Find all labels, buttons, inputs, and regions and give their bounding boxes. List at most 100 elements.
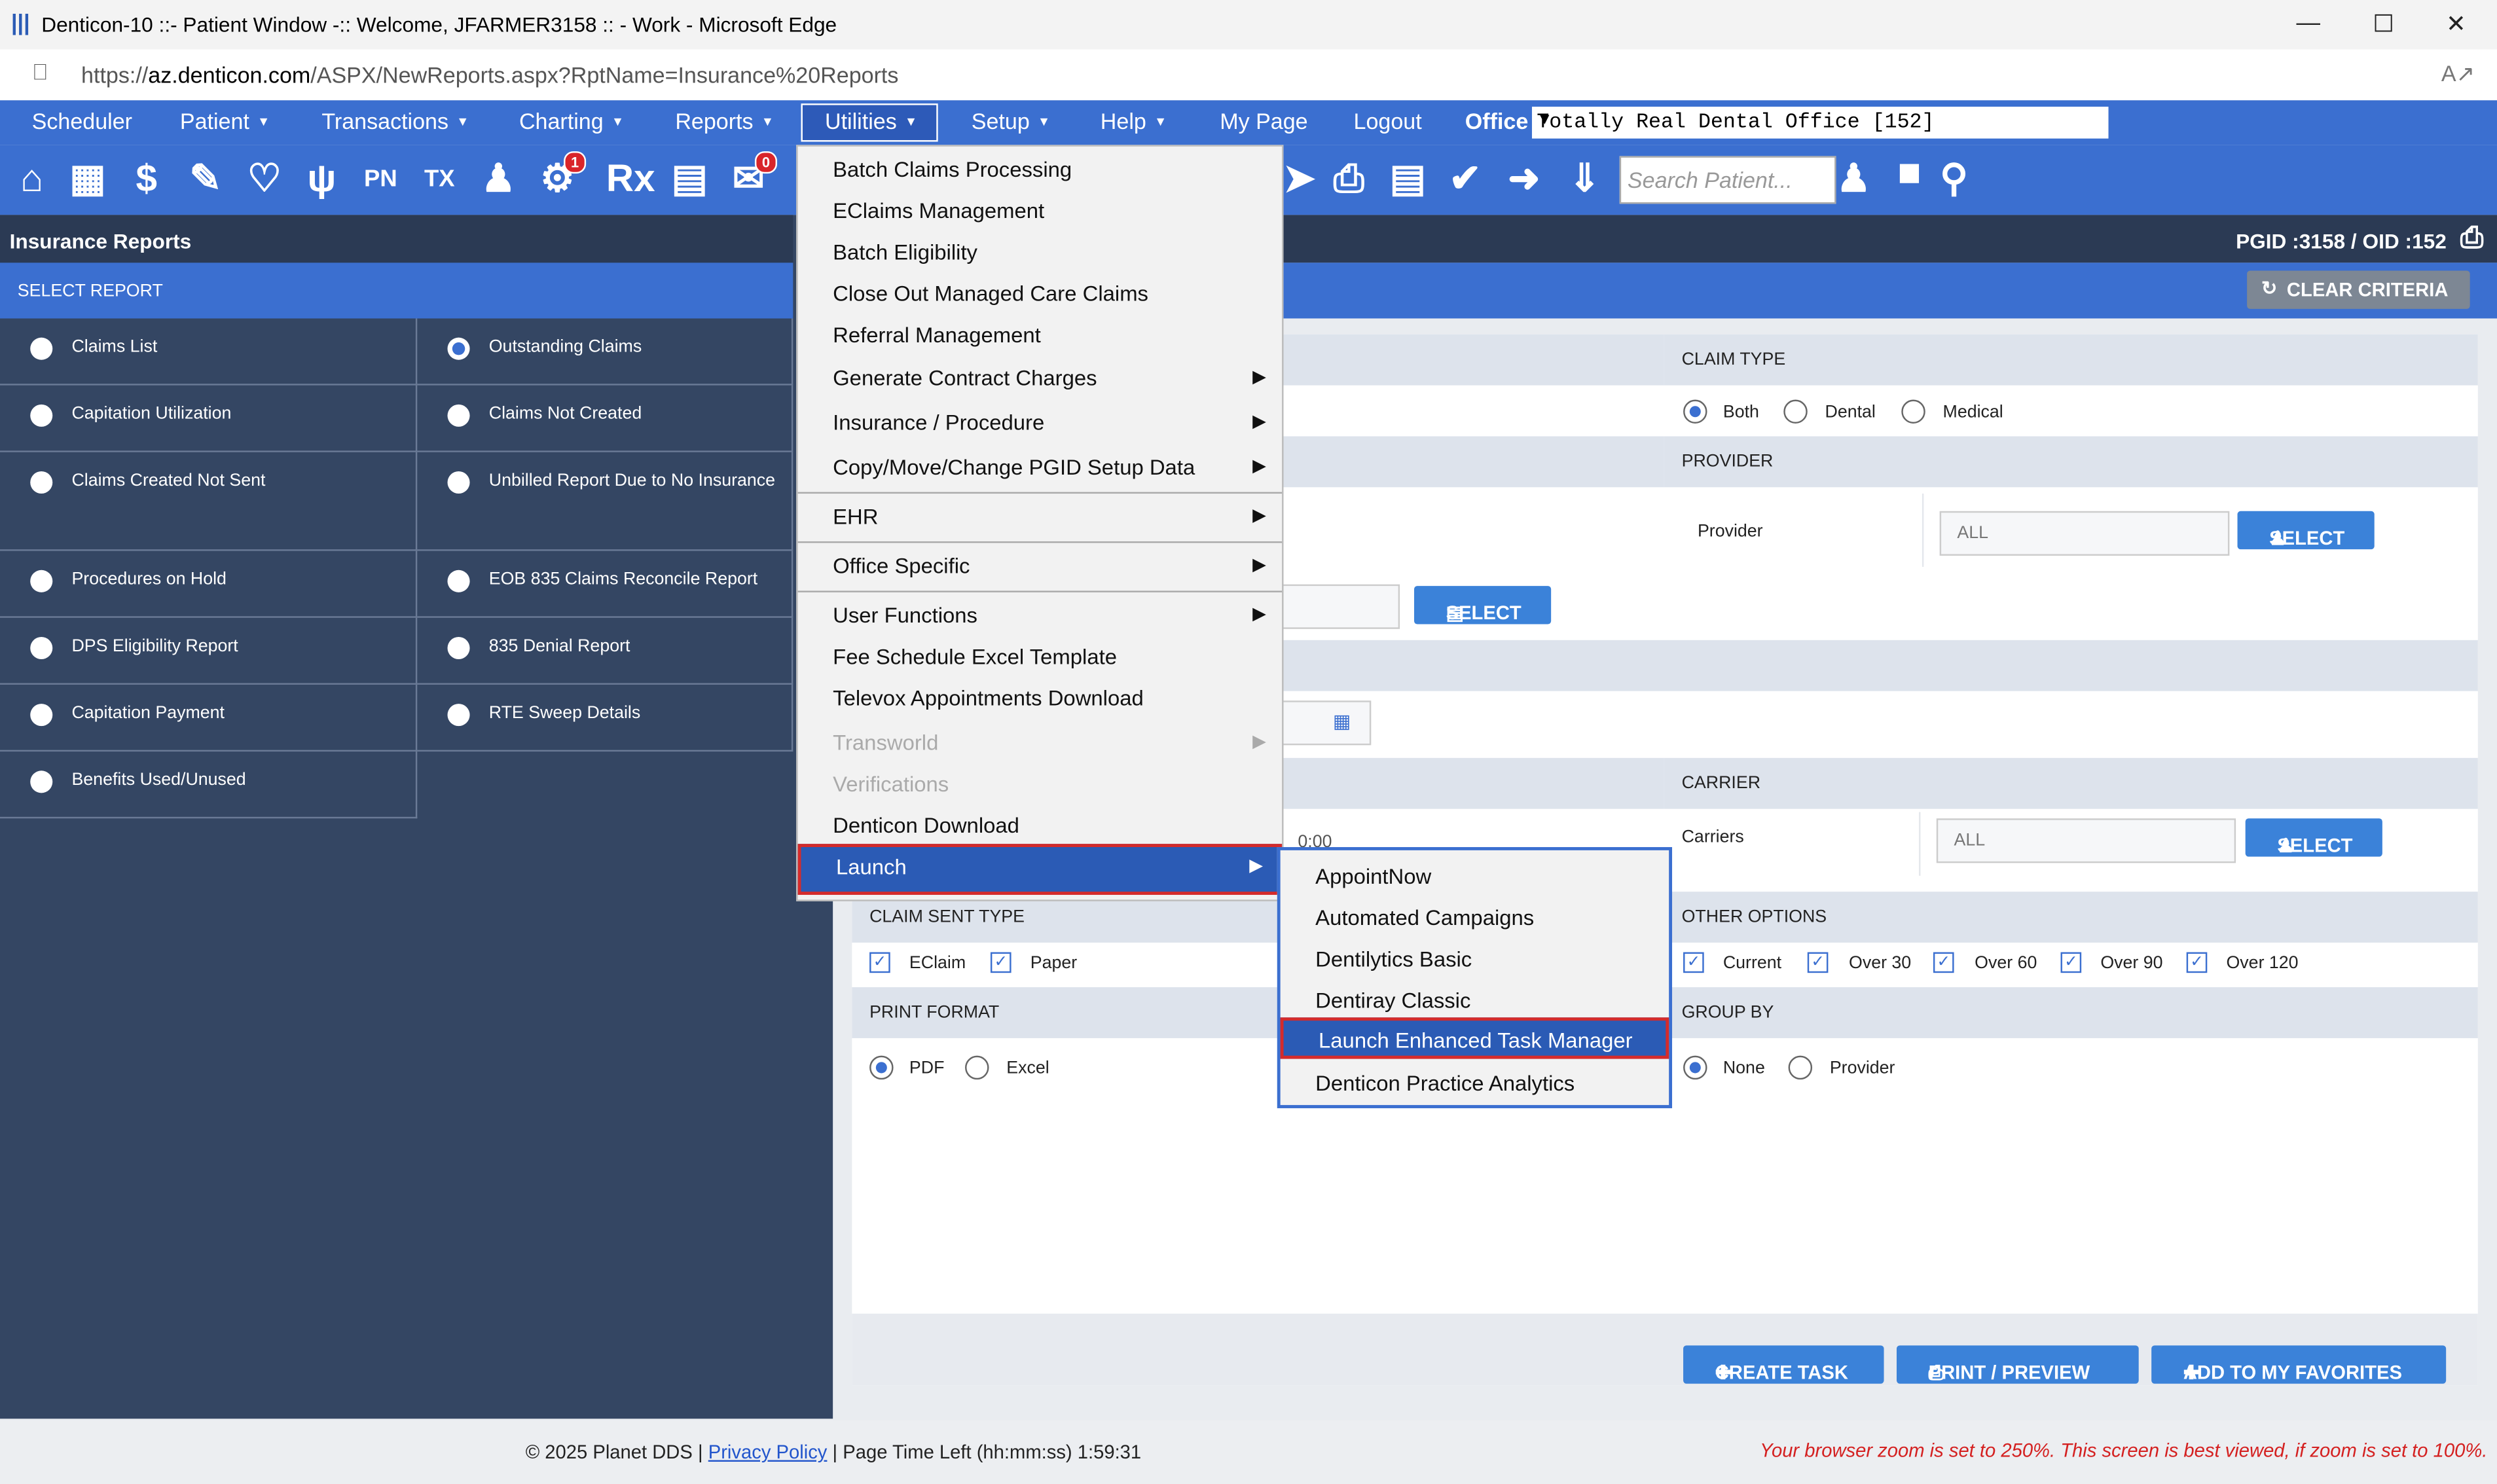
menu-item[interactable]: Insurance / Procedure ▶ xyxy=(798,403,1282,441)
report-option[interactable]: EOB 835 Claims Reconcile Report xyxy=(417,551,793,618)
submenu-item-enhanced-task-manager[interactable]: Launch Enhanced Task Manager xyxy=(1280,1017,1669,1059)
print-icon[interactable]: ⎙ xyxy=(2460,221,2483,255)
close-icon[interactable]: ✕ xyxy=(2446,10,2466,39)
menu-item[interactable]: Referral Management xyxy=(798,316,1282,353)
treatment-plan-icon[interactable]: TX xyxy=(414,154,465,206)
menu-item[interactable]: EClaims Management xyxy=(798,191,1282,229)
url-text[interactable]: https://az.denticon.com/ASPX/NewReports.… xyxy=(81,62,898,88)
over120-checkbox[interactable]: ✓ xyxy=(2186,952,2208,973)
menu-item[interactable]: Close Out Managed Care Claims xyxy=(798,274,1282,312)
menu-item[interactable]: Copy/Move/Change PGID Setup Data ▶ xyxy=(798,448,1282,486)
create-task-button[interactable]: ✚ CREATE TASK xyxy=(1683,1345,1884,1384)
left-field-partial[interactable] xyxy=(1282,584,1400,629)
menu-item[interactable]: Denticon Download xyxy=(798,806,1282,844)
report-option[interactable]: Procedures on Hold xyxy=(0,551,418,618)
report-radio[interactable] xyxy=(447,404,470,427)
report-radio[interactable] xyxy=(30,704,53,727)
scanner-icon[interactable]: ▤ xyxy=(1382,154,1433,206)
provider-field[interactable]: ALL xyxy=(1939,511,2230,556)
shield-check-icon[interactable]: ✔ xyxy=(1440,154,1491,206)
report-radio[interactable] xyxy=(30,471,53,494)
read-aloud-icon[interactable]: A↗ xyxy=(2441,60,2475,87)
menu-item[interactable]: User Functions ▶ xyxy=(798,596,1282,634)
claim-type-medical-radio[interactable] xyxy=(1901,399,1925,424)
prescription-icon[interactable]: Rx xyxy=(605,154,656,206)
menu-item[interactable]: Fee Schedule Excel Template xyxy=(798,637,1282,675)
menu-item[interactable]: Televox Appointments Download xyxy=(798,678,1282,716)
clear-criteria-button[interactable]: ↻ CLEAR CRITERIA xyxy=(2247,270,2470,309)
report-option[interactable]: Claims List xyxy=(0,318,418,386)
add-favorites-button[interactable]: ✚ ADD TO MY FAVORITES xyxy=(2151,1345,2447,1384)
edit-list-icon[interactable]: ✎ xyxy=(180,154,231,206)
nav-patient[interactable]: Patient ▼ xyxy=(180,108,270,134)
excel-radio[interactable] xyxy=(965,1055,989,1080)
report-option[interactable]: Benefits Used/Unused xyxy=(0,751,418,819)
dollar-icon[interactable]: $ xyxy=(121,154,172,206)
report-radio[interactable] xyxy=(447,570,470,592)
messages-icon[interactable]: ✉ 0 xyxy=(723,151,778,206)
over30-checkbox[interactable]: ✓ xyxy=(1807,952,1829,973)
report-radio[interactable] xyxy=(447,704,470,727)
claim-type-dental-radio[interactable] xyxy=(1783,399,1808,424)
globe-icon[interactable]: ⚙ 1 xyxy=(532,151,587,206)
shield-arrow-icon[interactable]: ➜ xyxy=(1499,154,1550,206)
date-field-partial[interactable] xyxy=(1282,700,1372,746)
privacy-policy-link[interactable]: Privacy Policy xyxy=(708,1441,828,1463)
report-radio[interactable] xyxy=(30,337,53,360)
home-icon[interactable]: ⌂ xyxy=(7,154,58,206)
report-option[interactable]: Outstanding Claims xyxy=(417,318,793,386)
report-radio[interactable] xyxy=(447,636,470,660)
report-option[interactable]: Unbilled Report Due to No Insurance xyxy=(417,452,793,551)
maximize-icon[interactable]: ☐ xyxy=(2373,10,2394,39)
report-radio[interactable] xyxy=(30,636,53,660)
submenu-item[interactable]: Denticon Practice Analytics xyxy=(1281,1064,1669,1102)
report-option[interactable]: RTE Sweep Details xyxy=(417,684,793,752)
submenu-item[interactable]: Dentilytics Basic xyxy=(1281,939,1669,977)
office-select[interactable]: Totally Real Dental Office [152] ▼ xyxy=(1531,106,2109,139)
nav-setup[interactable]: Setup ▼ xyxy=(972,108,1050,134)
quick-checkbox[interactable] xyxy=(1899,164,1920,183)
lock-icon[interactable]: ⎕ xyxy=(33,59,46,86)
minimize-icon[interactable]: — xyxy=(2297,10,2320,37)
report-radio[interactable] xyxy=(447,471,470,494)
select-button-left[interactable]: ▤ SELECT xyxy=(1413,586,1552,624)
add-user-icon[interactable]: ♟ xyxy=(473,154,524,206)
double-chevron-down-icon[interactable]: ⇓ xyxy=(1559,154,1610,206)
report-radio[interactable] xyxy=(30,770,53,793)
group-provider-radio[interactable] xyxy=(1788,1055,1813,1080)
pdf-radio[interactable] xyxy=(869,1055,894,1080)
over90-checkbox[interactable]: ✓ xyxy=(2060,952,2082,973)
address-bar[interactable]: ⎕ https://az.denticon.com/ASPX/NewReport… xyxy=(0,49,2497,102)
tooth-chart-icon[interactable]: ♡ xyxy=(239,154,290,206)
paper-checkbox[interactable]: ✓ xyxy=(990,952,1012,973)
report-radio[interactable] xyxy=(447,337,470,360)
report-option[interactable]: DPS Eligibility Report xyxy=(0,617,418,685)
report-option[interactable]: Claims Not Created xyxy=(417,385,793,452)
menu-item[interactable]: Generate Contract Charges ▶ xyxy=(798,358,1282,396)
nav-reports[interactable]: Reports ▼ xyxy=(675,108,774,134)
report-radio[interactable] xyxy=(30,404,53,427)
nav-utilities[interactable]: Utilities ▼ xyxy=(825,108,917,134)
report-option[interactable]: Capitation Utilization xyxy=(0,385,418,452)
menu-item[interactable]: Batch Eligibility xyxy=(798,232,1282,270)
nav-logout[interactable]: Logout xyxy=(1354,108,1422,134)
notes-icon[interactable]: ▤ xyxy=(664,154,715,206)
calendar-icon[interactable]: ▦ xyxy=(1333,710,1351,733)
submenu-item[interactable]: Dentiray Classic xyxy=(1281,981,1669,1019)
nav-transactions[interactable]: Transactions ▼ xyxy=(321,108,469,134)
printer-icon[interactable]: ⎙ xyxy=(1323,154,1374,206)
progress-notes-icon[interactable]: PN xyxy=(355,154,406,206)
report-option[interactable]: 835 Denial Report xyxy=(417,617,793,685)
submenu-item[interactable]: AppointNow xyxy=(1281,857,1669,895)
carriers-select-button[interactable]: ♟ SELECT xyxy=(2245,818,2382,857)
current-checkbox[interactable]: ✓ xyxy=(1683,952,1704,973)
report-option[interactable]: Capitation Payment xyxy=(0,684,418,752)
submenu-item[interactable]: Automated Campaigns xyxy=(1281,898,1669,936)
search-patient-input[interactable]: Search Patient... xyxy=(1619,156,1836,204)
over60-checkbox[interactable]: ✓ xyxy=(1933,952,1954,973)
print-preview-button[interactable]: ⎙ PRINT / PREVIEW xyxy=(1896,1345,2139,1384)
group-none-radio[interactable] xyxy=(1683,1055,1707,1080)
carriers-field[interactable]: ALL xyxy=(1936,818,2236,863)
provider-select-button[interactable]: ♟ SELECT xyxy=(2237,511,2375,550)
menu-item[interactable]: Batch Claims Processing xyxy=(798,150,1282,188)
